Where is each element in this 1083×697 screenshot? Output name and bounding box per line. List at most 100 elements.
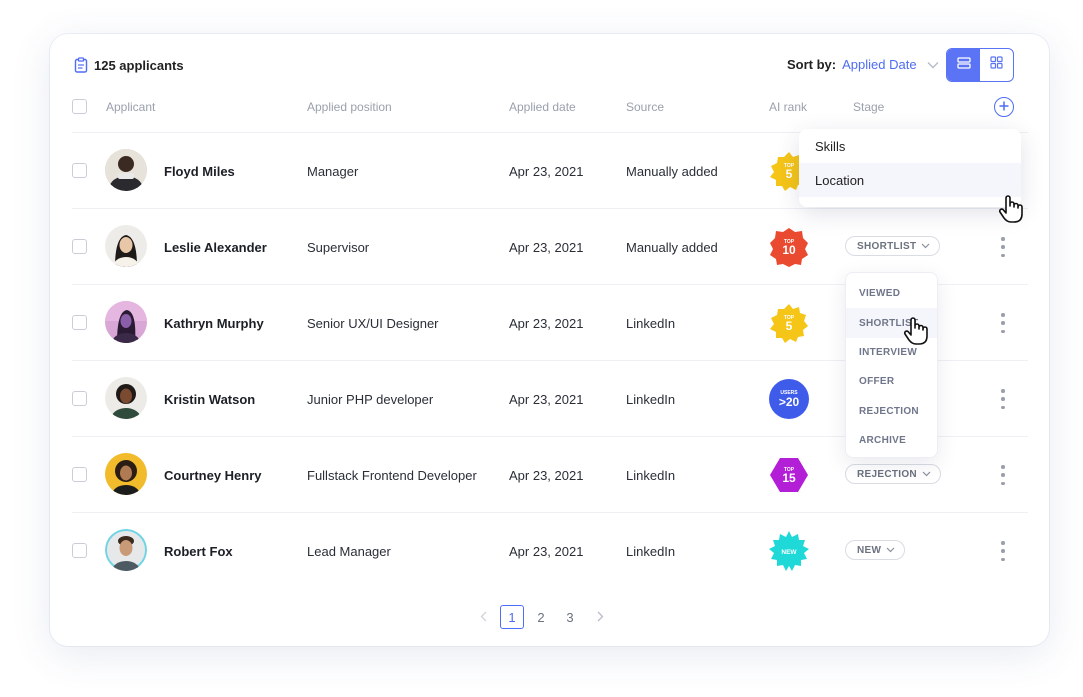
stage-value: SHORTLIST <box>857 240 917 252</box>
applicant-name[interactable]: Robert Fox <box>164 544 233 559</box>
chevron-down-icon <box>927 57 939 72</box>
rank-value: 5 <box>786 167 793 181</box>
applied-position: Senior UX/UI Designer <box>307 316 439 331</box>
menu-item-skills[interactable]: Skills <box>799 129 1021 163</box>
applied-position: Fullstack Frontend Developer <box>307 468 477 483</box>
rank-value: 15 <box>782 471 796 485</box>
source: LinkedIn <box>626 392 676 407</box>
rank-value: >20 <box>779 395 800 409</box>
menu-item-location[interactable]: Location <box>799 163 1021 197</box>
grid-view-button[interactable] <box>980 49 1013 81</box>
applicant-name[interactable]: Leslie Alexander <box>164 240 267 255</box>
kebab-icon <box>1001 541 1005 545</box>
row-checkbox[interactable] <box>72 391 87 406</box>
applicant-name[interactable]: Kristin Watson <box>164 392 255 407</box>
avatar <box>105 529 147 571</box>
pagination: 1 2 3 <box>50 605 1049 629</box>
source: LinkedIn <box>626 468 676 483</box>
view-toggle <box>946 48 1014 82</box>
column-applied-position[interactable]: Applied position <box>307 100 392 114</box>
prev-page-button[interactable] <box>471 605 495 629</box>
applied-position: Junior PHP developer <box>307 392 434 407</box>
source: LinkedIn <box>626 316 676 331</box>
add-column-menu: Skills Location <box>799 129 1021 207</box>
stage-option-rejection[interactable]: REJECTION <box>846 397 937 426</box>
source: Manually added <box>626 240 718 255</box>
applied-position: Supervisor <box>307 240 370 255</box>
column-applied-date[interactable]: Applied date <box>509 100 576 114</box>
ai-rank-badge: NEW <box>768 530 810 572</box>
column-source[interactable]: Source <box>626 100 664 114</box>
applied-position: Lead Manager <box>307 544 391 559</box>
stage-menu: VIEWED SHORTLIST INTERVIEW OFFER REJECTI… <box>845 272 938 458</box>
stage-option-archive[interactable]: ARCHIVE <box>846 426 937 455</box>
stage-value: NEW <box>857 544 882 556</box>
ai-rank-badge: USERS >20 <box>768 378 810 420</box>
row-menu-button[interactable] <box>1000 465 1006 485</box>
page-2-button[interactable]: 2 <box>529 605 553 629</box>
applied-date: Apr 23, 2021 <box>509 544 584 559</box>
stage-option-viewed[interactable]: VIEWED <box>846 279 937 308</box>
kebab-icon <box>1001 237 1005 241</box>
applied-date: Apr 23, 2021 <box>509 316 584 331</box>
applicant-name[interactable]: Courtney Henry <box>164 468 262 483</box>
next-page-button[interactable] <box>588 605 612 629</box>
column-ai-rank[interactable]: AI rank <box>769 100 807 114</box>
row-checkbox[interactable] <box>72 315 87 330</box>
row-checkbox[interactable] <box>72 467 87 482</box>
applicant-name[interactable]: Floyd Miles <box>164 164 235 179</box>
clipboard-icon <box>74 57 88 73</box>
stage-dropdown[interactable]: SHORTLIST <box>845 236 941 256</box>
chevron-right-icon <box>597 610 604 625</box>
hand-pointer-icon <box>998 194 1024 229</box>
row-menu-button[interactable] <box>1000 237 1006 257</box>
stage-option-offer[interactable]: OFFER <box>846 367 937 396</box>
add-column-button[interactable] <box>994 97 1014 117</box>
row-menu-button[interactable] <box>1000 313 1006 333</box>
column-stage[interactable]: Stage <box>853 100 884 114</box>
sort-value[interactable]: Applied Date <box>842 57 916 72</box>
applied-date: Apr 23, 2021 <box>509 240 584 255</box>
source: Manually added <box>626 164 718 179</box>
page-1-button[interactable]: 1 <box>500 605 524 629</box>
kebab-icon <box>1001 389 1005 393</box>
chevron-down-icon <box>921 241 930 252</box>
hand-pointer-icon <box>903 316 929 351</box>
ai-rank-badge: TOP 15 <box>768 454 810 496</box>
applied-date: Apr 23, 2021 <box>509 164 584 179</box>
kebab-icon <box>1001 465 1005 469</box>
grid-view-icon <box>990 56 1003 74</box>
row-checkbox[interactable] <box>72 543 87 558</box>
applied-date: Apr 23, 2021 <box>509 468 584 483</box>
applicant-name[interactable]: Kathryn Murphy <box>164 316 264 331</box>
sort-dropdown[interactable]: Sort by: Applied Date <box>787 57 939 72</box>
stage-dropdown[interactable]: REJECTION <box>845 464 941 484</box>
chevron-left-icon <box>480 610 487 625</box>
row-checkbox[interactable] <box>72 239 87 254</box>
applicants-card: 125 applicants Sort by: Applied Date App… <box>50 34 1049 646</box>
column-applicant[interactable]: Applicant <box>106 100 155 114</box>
rank-value: 10 <box>782 243 796 257</box>
applicant-count-label: 125 applicants <box>94 57 184 73</box>
row-checkbox[interactable] <box>72 163 87 178</box>
avatar <box>105 453 147 495</box>
stage-value: REJECTION <box>857 468 917 480</box>
kebab-icon <box>1001 313 1005 317</box>
avatar <box>105 377 147 419</box>
chevron-down-icon <box>922 469 931 480</box>
table-row[interactable]: Robert Fox Lead Manager Apr 23, 2021 Lin… <box>72 512 1028 589</box>
row-menu-button[interactable] <box>1000 389 1006 409</box>
applicant-count: 125 applicants <box>74 57 184 73</box>
list-view-icon <box>956 56 971 74</box>
plus-circle-icon <box>999 98 1009 116</box>
stage-dropdown[interactable]: NEW <box>845 540 906 560</box>
list-view-button[interactable] <box>947 49 980 81</box>
rank-value: NEW <box>781 549 797 556</box>
select-all-checkbox[interactable] <box>72 99 87 114</box>
rank-value: 5 <box>786 319 793 333</box>
applied-position: Manager <box>307 164 359 179</box>
chevron-down-icon <box>886 545 895 556</box>
page-3-button[interactable]: 3 <box>558 605 582 629</box>
row-menu-button[interactable] <box>1000 541 1006 561</box>
table-header: Applicant Applied position Applied date … <box>50 90 1049 132</box>
